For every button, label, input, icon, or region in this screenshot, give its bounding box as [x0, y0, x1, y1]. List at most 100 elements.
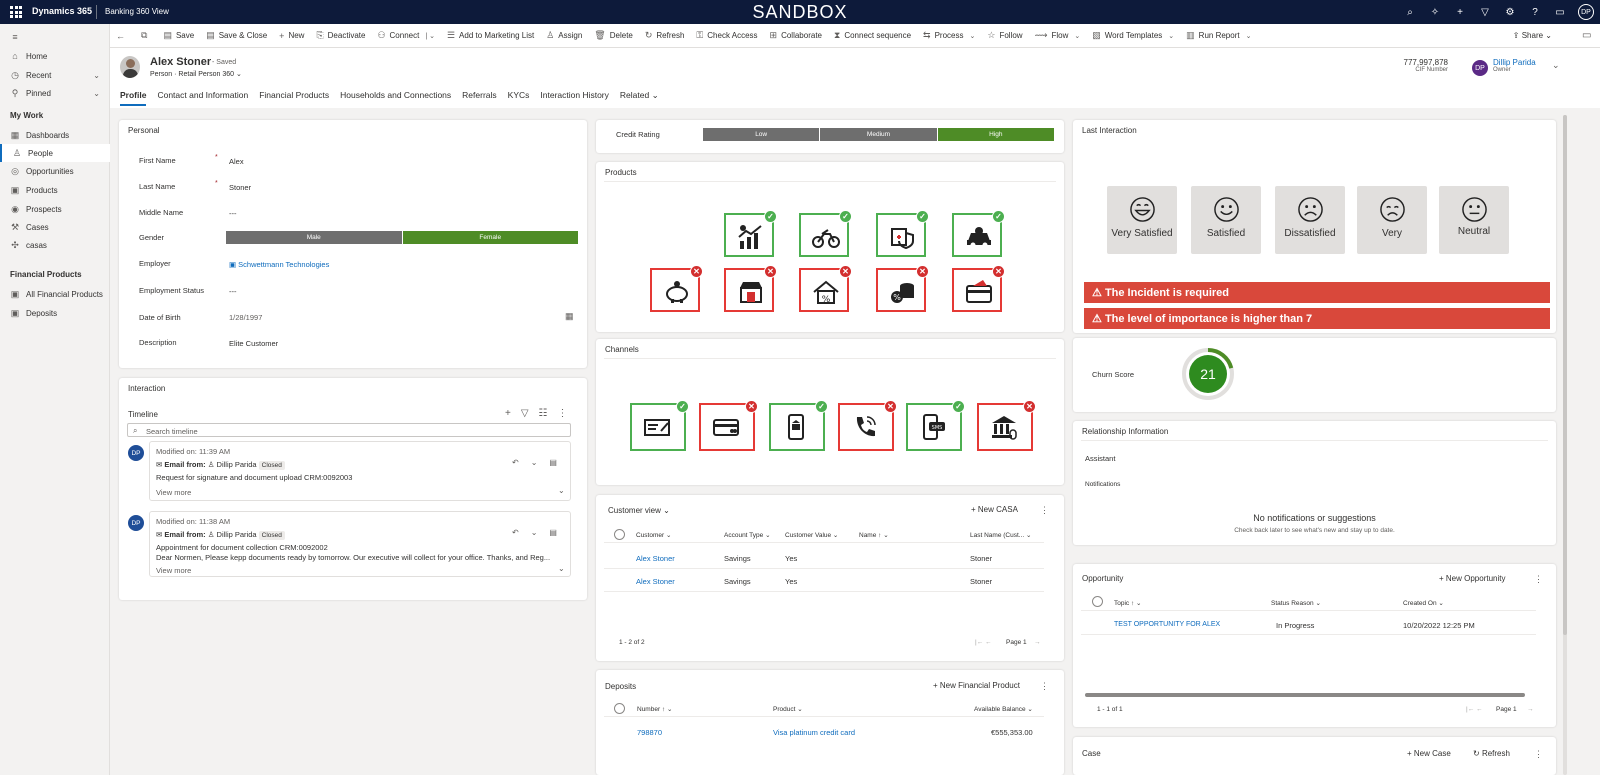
filter-icon[interactable]: ▽ — [1478, 5, 1492, 19]
car-loan-tile[interactable]: ✓ — [952, 210, 1005, 257]
credit-rating-toggle[interactable]: Low Medium High — [703, 128, 1055, 141]
credit-medium-option[interactable]: Medium — [820, 128, 938, 141]
column-header[interactable]: Status Reason ⌄ — [1271, 599, 1321, 607]
run-report-button[interactable]: ▥ Run Report ⌄ — [1186, 30, 1251, 41]
rating-neutral[interactable]: Neutral — [1439, 186, 1509, 254]
channel-branch-tile[interactable]: ✕ — [977, 400, 1036, 451]
product-link[interactable]: Visa platinum credit card — [773, 728, 855, 737]
add-to-marketing-list-button[interactable]: ☰ Add to Marketing List — [447, 30, 534, 41]
rating-satisfied[interactable]: Satisfied — [1191, 186, 1261, 254]
sidebar-item-products[interactable]: ▣ Products — [0, 181, 110, 199]
sidebar-item-opportunities[interactable]: ◎ Opportunities — [0, 162, 110, 180]
share-button[interactable]: ⇪ Share ⌄ — [1513, 31, 1552, 40]
pagination-next[interactable]: → — [1527, 706, 1534, 713]
more-icon[interactable]: ⋮ — [1040, 681, 1049, 692]
merchant-product-tile[interactable]: ✕ — [724, 265, 777, 312]
user-avatar[interactable]: DP — [1578, 4, 1594, 20]
entity-form-selector[interactable]: Person · Retail Person 360 ⌄ — [150, 70, 242, 78]
motorcycle-loan-tile[interactable]: ✓ — [799, 210, 852, 257]
column-header[interactable]: Account Type ⌄ — [724, 531, 771, 539]
chat-icon[interactable]: ▭ — [1553, 5, 1567, 19]
save-button[interactable]: ▤ Save — [163, 30, 194, 41]
rating-very-satisfied[interactable]: Very Satisfied — [1107, 186, 1177, 254]
column-header[interactable]: Available Balance ⌄ — [974, 705, 1033, 713]
plus-icon[interactable]: + — [505, 408, 511, 419]
select-all-checkbox[interactable] — [1092, 596, 1103, 607]
column-header[interactable]: Created On ⌄ — [1403, 599, 1444, 607]
tab-households[interactable]: Households and Connections — [340, 90, 451, 106]
channel-mobile-banking-tile[interactable]: ✓ — [769, 400, 828, 451]
more-icon[interactable]: ⋮ — [1534, 749, 1543, 760]
note-icon[interactable]: ▤ — [549, 528, 557, 537]
new-case-button[interactable]: + New Case — [1407, 749, 1451, 758]
health-insurance-tile[interactable]: ✓ — [876, 210, 929, 257]
side-panel-icon[interactable]: ▭ — [1582, 30, 1591, 41]
tab-profile[interactable]: Profile — [120, 90, 147, 106]
note-icon[interactable]: ▤ — [549, 458, 557, 467]
sidebar-item-recent[interactable]: ◷ Recent ⌄ — [0, 66, 110, 84]
sidebar-item-casas[interactable]: ✣ casas — [0, 236, 110, 254]
chevron-down-icon[interactable]: ⌄ — [93, 89, 100, 98]
save-close-button[interactable]: ▤ Save & Close — [206, 30, 267, 41]
flow-button[interactable]: ⟿ Flow ⌄ — [1035, 30, 1081, 41]
tab-contact[interactable]: Contact and Information — [157, 90, 248, 106]
credit-card-product-tile[interactable]: ✕ — [952, 265, 1005, 312]
sidebar-item-home[interactable]: ⌂ Home — [0, 47, 110, 65]
deactivate-button[interactable]: ⎘ Deactivate — [316, 30, 365, 41]
select-all-checkbox[interactable] — [614, 529, 625, 540]
refresh-button[interactable]: ↻ Refresh — [1473, 749, 1510, 758]
mortgage-product-tile[interactable]: ✕ % — [799, 265, 852, 312]
column-header[interactable]: Topic ↑ ⌄ — [1114, 599, 1142, 607]
column-header[interactable]: Number ↑ ⌄ — [637, 705, 672, 713]
customer-link[interactable]: Alex Stoner — [636, 554, 675, 563]
opportunity-link[interactable]: TEST OPPORTUNITY FOR ALEX — [1114, 621, 1220, 628]
sidebar-item-prospects[interactable]: ◉ Prospects — [0, 200, 110, 218]
calendar-icon[interactable]: ▦ — [565, 311, 574, 322]
new-financial-product-button[interactable]: + New Financial Product — [933, 681, 1020, 690]
search-icon[interactable]: ⌕ — [1403, 5, 1417, 19]
tab-kycs[interactable]: KYCs — [508, 90, 530, 106]
pagination-next[interactable]: → — [1034, 639, 1041, 646]
filter-icon[interactable]: ▽ — [521, 408, 529, 419]
tab-financial-products[interactable]: Financial Products — [259, 90, 329, 106]
gender-female-option[interactable]: Female — [402, 231, 579, 244]
more-icon[interactable]: ⋮ — [558, 408, 568, 419]
more-icon[interactable]: ⋮ — [1040, 505, 1049, 516]
delete-button[interactable]: 🗑 Delete — [594, 30, 633, 41]
connect-button[interactable]: ⚇ Connect | ⌄ — [377, 30, 435, 41]
investment-product-tile[interactable]: ✓ — [724, 210, 777, 257]
sidebar-item-all-financial-products[interactable]: ▣ All Financial Products — [0, 285, 110, 303]
channel-cheque-tile[interactable]: ✓ — [630, 400, 689, 451]
channel-card-tile[interactable]: ✕ — [699, 400, 758, 451]
more-icon[interactable]: ⋮ — [1534, 574, 1543, 585]
last-name-field[interactable]: Stoner — [229, 183, 251, 192]
sidebar-item-pinned[interactable]: ⚲ Pinned ⌄ — [0, 84, 110, 102]
word-templates-button[interactable]: ▧ Word Templates ⌄ — [1092, 30, 1174, 41]
chevron-down-icon[interactable]: ⌄ — [558, 564, 565, 573]
search-timeline-input[interactable]: ⌕ Search timeline — [127, 423, 571, 437]
dob-field[interactable]: 1/28/1997 — [229, 313, 262, 322]
popout-button[interactable]: ⧉ — [141, 30, 151, 41]
new-opportunity-button[interactable]: + New Opportunity — [1439, 574, 1506, 583]
rating-dissatisfied[interactable]: Dissatisfied — [1275, 186, 1345, 254]
customer-link[interactable]: Alex Stoner — [636, 577, 675, 586]
sort-icon[interactable]: ☷ — [539, 408, 548, 419]
horizontal-scrollbar[interactable] — [1085, 693, 1525, 697]
view-more-link[interactable]: View more — [156, 566, 191, 575]
channel-sms-tile[interactable]: ✓ SMS — [906, 400, 965, 451]
chevron-down-icon[interactable]: ⌄ — [558, 486, 565, 495]
sidebar-item-people[interactable]: ♙ People — [0, 144, 110, 162]
column-header[interactable]: Last Name (Cust... ⌄ — [970, 531, 1031, 539]
chevron-down-icon[interactable]: ⌄ — [93, 71, 100, 80]
select-all-checkbox[interactable] — [614, 703, 625, 714]
sidebar-item-deposits[interactable]: ▣ Deposits — [0, 304, 110, 322]
column-header[interactable]: Name ↑ ⌄ — [859, 531, 889, 539]
view-selector[interactable]: Customer view ⌄ — [608, 506, 670, 515]
column-header[interactable]: Product ⌄ — [773, 705, 803, 713]
collaborate-button[interactable]: ⊞ Collaborate — [770, 30, 822, 41]
first-name-field[interactable]: Alex — [229, 157, 244, 166]
reply-icon[interactable]: ↶ — [512, 458, 519, 467]
column-header[interactable]: Customer ⌄ — [636, 531, 671, 539]
deposit-number-link[interactable]: 798870 — [637, 728, 662, 737]
employer-link[interactable]: ▣ Schwettmann Technologies — [229, 260, 329, 269]
